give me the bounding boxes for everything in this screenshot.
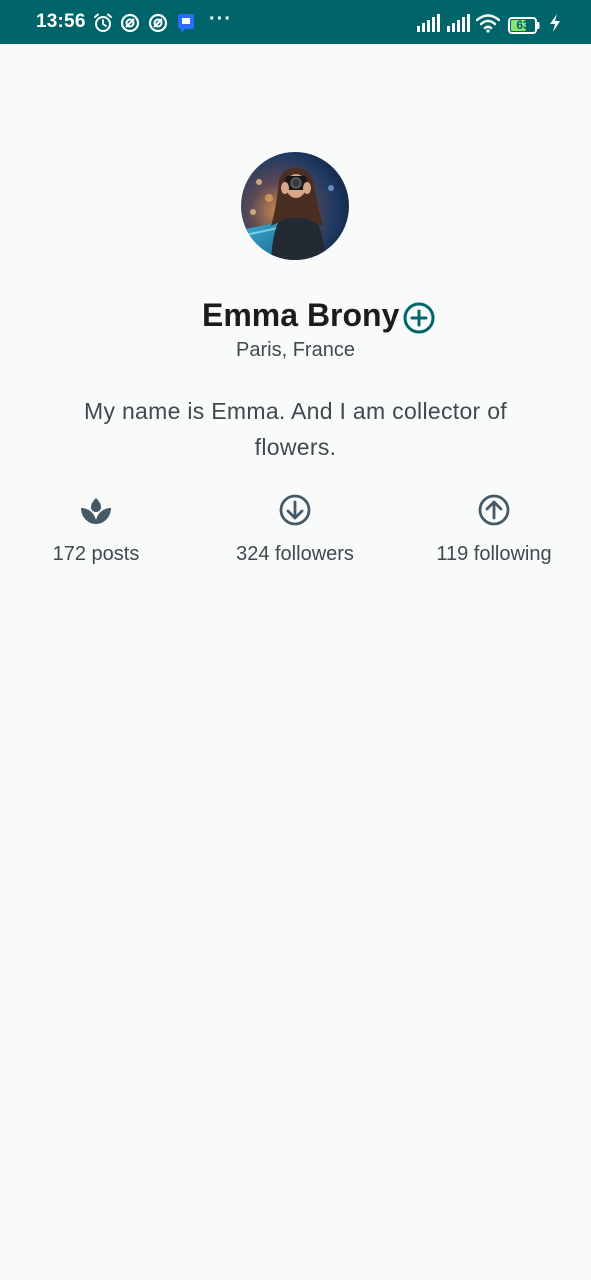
app-notification-icon bbox=[120, 13, 140, 33]
battery-level: 63 bbox=[516, 18, 530, 32]
sprout-icon bbox=[81, 498, 111, 524]
stat-posts[interactable]: 172 posts bbox=[6, 492, 186, 566]
avatar-photo bbox=[241, 152, 349, 260]
status-time: 13:56 bbox=[36, 11, 86, 32]
add-circle-icon[interactable] bbox=[402, 301, 436, 335]
message-icon bbox=[178, 14, 194, 33]
app-notification-icon bbox=[148, 13, 168, 33]
wifi-icon bbox=[476, 14, 500, 33]
stat-following[interactable]: 119 following bbox=[404, 492, 584, 566]
arrow-up-circle-icon bbox=[478, 494, 510, 526]
profile-name: Emma Brony bbox=[202, 297, 400, 333]
profile-name-row: Emma Brony bbox=[0, 292, 591, 338]
charging-icon bbox=[550, 14, 560, 32]
alarm-icon bbox=[94, 13, 112, 32]
signal-icon bbox=[447, 14, 470, 32]
status-overflow: ··· bbox=[209, 8, 232, 30]
status-bar: 13:56 ··· 63 bbox=[0, 0, 591, 44]
stat-posts-label: 172 posts bbox=[52, 543, 140, 565]
stat-following-label: 119 following bbox=[436, 543, 552, 565]
arrow-down-circle-icon bbox=[279, 494, 311, 526]
avatar[interactable] bbox=[241, 152, 349, 260]
profile-location: Paris, France bbox=[236, 339, 355, 361]
signal-icon bbox=[417, 14, 440, 32]
stat-followers-label: 324 followers bbox=[236, 543, 354, 565]
stat-followers[interactable]: 324 followers bbox=[205, 492, 385, 566]
profile-bio: My name is Emma. And I am collector of f… bbox=[84, 398, 507, 460]
